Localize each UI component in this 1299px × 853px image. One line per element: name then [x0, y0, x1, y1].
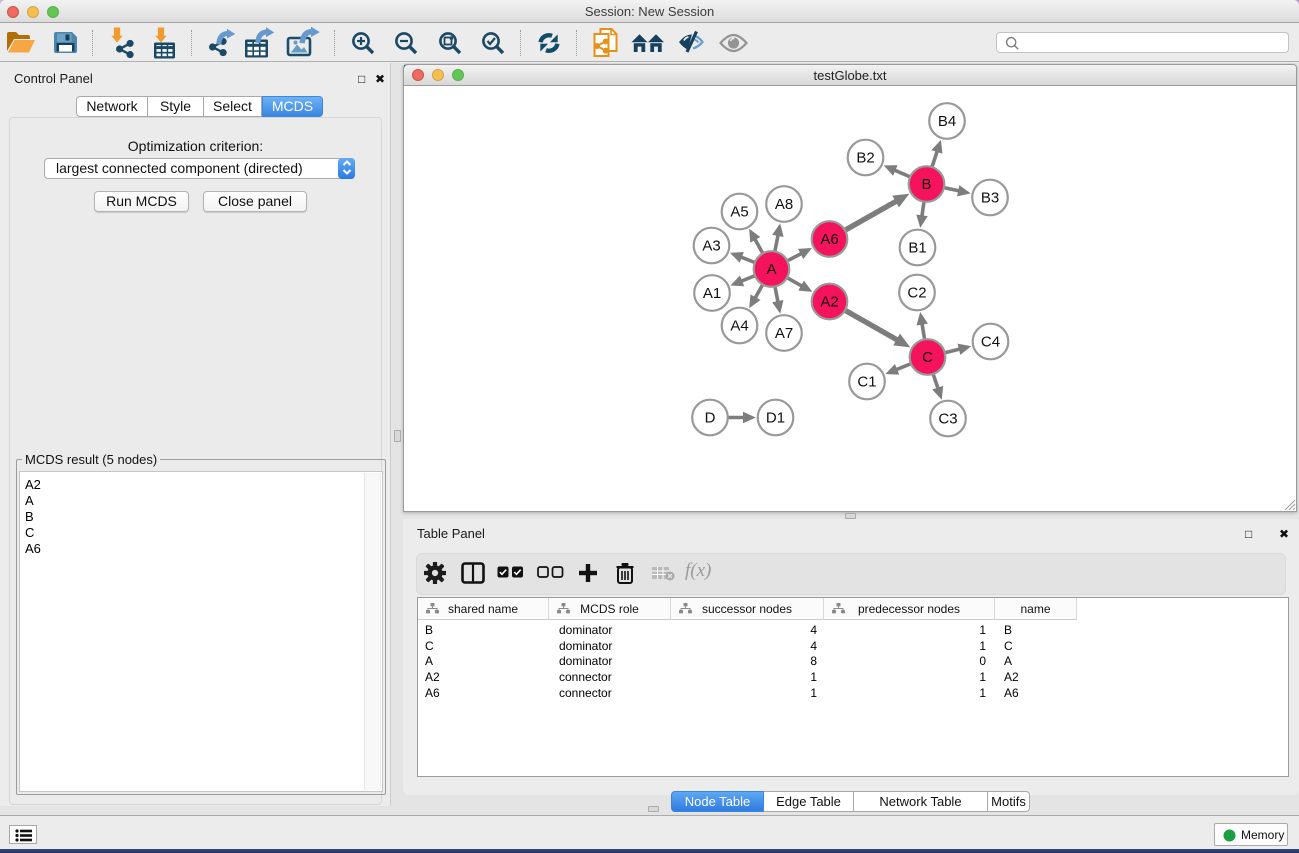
svg-text:A1: A1: [703, 285, 721, 302]
svg-text:A5: A5: [730, 204, 748, 221]
svg-text:A3: A3: [702, 238, 720, 255]
svg-text:B3: B3: [981, 190, 999, 207]
svg-text:B2: B2: [856, 150, 874, 167]
svg-text:B4: B4: [938, 113, 956, 130]
svg-text:C: C: [922, 349, 933, 366]
svg-text:C1: C1: [857, 374, 876, 391]
svg-text:A2: A2: [820, 294, 838, 311]
svg-text:D1: D1: [766, 410, 785, 427]
svg-text:B1: B1: [908, 240, 926, 257]
svg-text:A: A: [766, 261, 776, 278]
svg-text:C3: C3: [938, 411, 957, 428]
svg-text:D: D: [705, 410, 716, 427]
svg-text:A7: A7: [775, 325, 793, 342]
svg-text:B: B: [921, 176, 931, 193]
svg-text:A6: A6: [820, 231, 838, 248]
svg-text:A4: A4: [730, 318, 748, 335]
svg-text:C4: C4: [981, 334, 1000, 351]
svg-text:A8: A8: [775, 196, 793, 213]
svg-text:C2: C2: [907, 285, 926, 302]
